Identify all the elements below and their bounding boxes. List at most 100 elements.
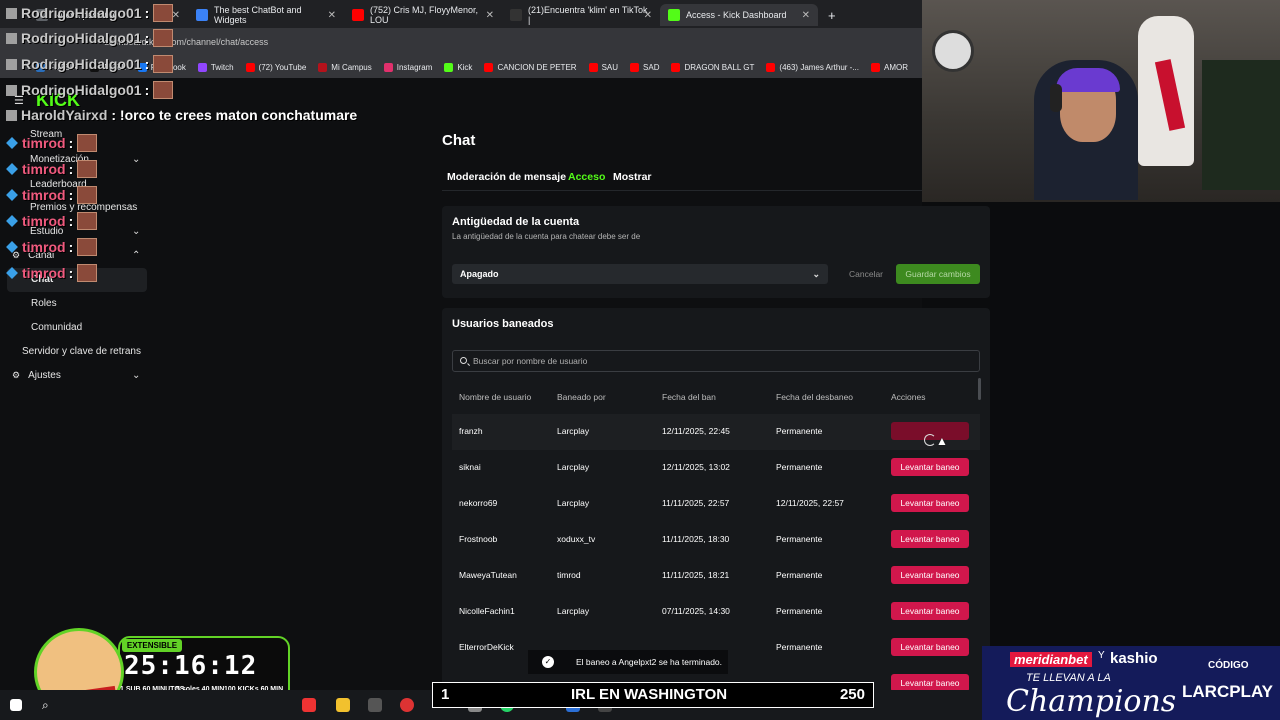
sidebar-item-comunidad[interactable]: Comunidad [31,322,82,333]
table-cell: Larcplay [557,462,590,472]
ad-partner: kashio [1110,650,1158,667]
ad-code: LARCPLAY [1182,682,1273,701]
headphones [1050,84,1062,112]
cancel-button[interactable]: Cancelar [842,264,890,284]
table-row: MaweyaTutean timrod 11/11/2025, 18:21 Perma… [452,558,980,594]
chat-colon: : [68,213,74,229]
bookmark-item[interactable]: (72) YouTube [245,62,307,72]
new-tab-button[interactable]: + [820,4,844,26]
table-cell: 12/11/2025, 22:57 [776,498,844,508]
obs-icon[interactable] [400,698,414,712]
windows-start-icon[interactable] [10,699,22,711]
bookmark-label: Mi Campus [331,62,372,72]
table-cell[interactable]: MaweyaTutean [459,570,517,580]
tab-mostrar[interactable]: Mostrar [613,171,652,183]
bookmark-icon [318,62,328,72]
bookmark-label: (72) YouTube [258,62,307,72]
tab-acceso[interactable]: Acceso [568,171,605,183]
sidebar-item-roles[interactable]: Roles [31,298,57,309]
bookmark-icon [245,62,255,72]
table-cell[interactable]: nekorro69 [459,498,497,508]
table-cell[interactable]: franzh [459,426,483,436]
timer-value: 25:16:12 [124,651,258,681]
chat-message: RodrigoHidalgo01 : [6,81,174,99]
table-row: siknai Larcplay 12/11/2025, 13:02 Permanent… [452,450,980,486]
sidebar-item-label: Comunidad [31,322,83,333]
chevron-down-icon: ⌄ [812,269,820,279]
table-cell[interactable]: Frostnoob [459,534,497,544]
table-cell[interactable]: ElterrorDeKick [459,642,514,652]
ad-y: Y [1098,650,1105,661]
close-icon[interactable]: ✕ [644,10,652,21]
sidebar-item-servidor[interactable]: Servidor y clave de retrans [22,346,141,357]
table-cell[interactable]: NicolleFachin1 [459,606,515,616]
chat-message: timrod : [6,212,98,230]
bookmark-item[interactable]: SAU [588,62,619,72]
close-icon[interactable]: ✕ [486,10,494,21]
column-header[interactable]: Fecha del ban [662,392,716,402]
account-age-select[interactable]: Apagado ⌄ [452,264,828,284]
unban-button[interactable]: Levantar baneo [891,458,969,476]
bookmark-item[interactable]: (463) James Arthur -... [766,62,859,72]
unban-button[interactable]: Levantar baneo [891,602,969,620]
unban-button[interactable]: Levantar baneo [891,638,969,656]
bookmark-item[interactable]: AMOR [871,62,908,72]
badge-icon [6,32,17,44]
url-field[interactable]: dashboard.kick.com/channel/chat/access [100,33,900,51]
bookmark-item[interactable]: CANCION DE PETER [484,62,577,72]
folder-icon[interactable] [336,698,350,712]
chat-colon: : [144,5,150,21]
app-icon[interactable] [368,698,382,712]
search-icon[interactable]: ⌕ [42,698,56,712]
chat-message: timrod : [6,238,98,256]
bookmark-label: SAU [601,62,619,72]
search-icon [460,357,467,364]
bookmark-item[interactable]: Mi Campus [318,62,372,72]
bookmark-item[interactable]: Instagram [383,62,433,72]
bookmark-icon [766,62,776,72]
bookmark-label: Instagram [396,62,433,72]
bookmark-label: SAD [643,62,660,72]
bookmark-icon [444,62,454,72]
column-header[interactable]: Baneado por [557,392,606,402]
app-icon[interactable] [302,698,316,712]
close-icon[interactable]: ✕ [802,10,810,21]
table-row: nekorro69 Larcplay 11/11/2025, 22:57 12/11/… [452,486,980,522]
chat-username: RodrigoHidalgo01 [21,5,142,21]
table-cell: 11/11/2025, 18:30 [662,534,730,544]
tab-label: The best ChatBot and Widgets [214,5,302,25]
bookmark-item[interactable]: SAD [630,62,660,72]
emote-icon [77,186,98,204]
unban-button[interactable]: Levantar baneo [891,530,969,548]
tab-youtube[interactable]: (752) Cris MJ, FloyyMenor, LOU ✕ [344,4,502,26]
tab-label: Access - Kick Dashboard [686,10,787,20]
close-icon[interactable]: ✕ [328,10,336,21]
tab-kick-dashboard[interactable]: Access - Kick Dashboard ✕ [660,4,818,26]
bookmark-item[interactable]: Kick [444,62,472,72]
sidebar-item-ajustes[interactable]: ⚙ Ajustes ⌄ [12,370,152,381]
badge-icon [6,163,18,175]
banned-users-heading: Usuarios baneados [452,318,554,330]
search-input[interactable]: Buscar por nombre de usuario [452,350,980,372]
badge-icon [6,267,18,279]
chat-message: timrod : [6,134,98,152]
unban-button[interactable]: Levantar baneo [891,494,969,512]
table-cell[interactable]: siknai [459,462,481,472]
scrollbar[interactable] [978,378,981,400]
chat-message: timrod : [6,186,98,204]
tab-moderacion[interactable]: Moderación de mensaje [447,171,566,183]
dm-logo [932,30,974,72]
column-header[interactable]: Nombre de usuario [459,392,531,402]
shelf [1202,60,1280,190]
tab-chatbot[interactable]: The best ChatBot and Widgets ✕ [188,4,344,26]
unban-button[interactable]: Levantar baneo [891,566,969,584]
bookmark-item[interactable]: Twitch [197,62,234,72]
save-button[interactable]: Guardar cambios [896,264,980,284]
column-header[interactable]: Fecha del desbaneo [776,392,853,402]
bookmark-item[interactable]: DRAGON BALL GT [671,62,754,72]
tab-tiktok[interactable]: (21)Encuentra 'klim' en TikTok | ✕ [502,4,660,26]
account-age-heading: Antigüedad de la cuenta [452,216,580,228]
unban-button[interactable] [891,422,969,446]
emote-icon [77,264,98,282]
chat-colon: : [68,265,74,281]
